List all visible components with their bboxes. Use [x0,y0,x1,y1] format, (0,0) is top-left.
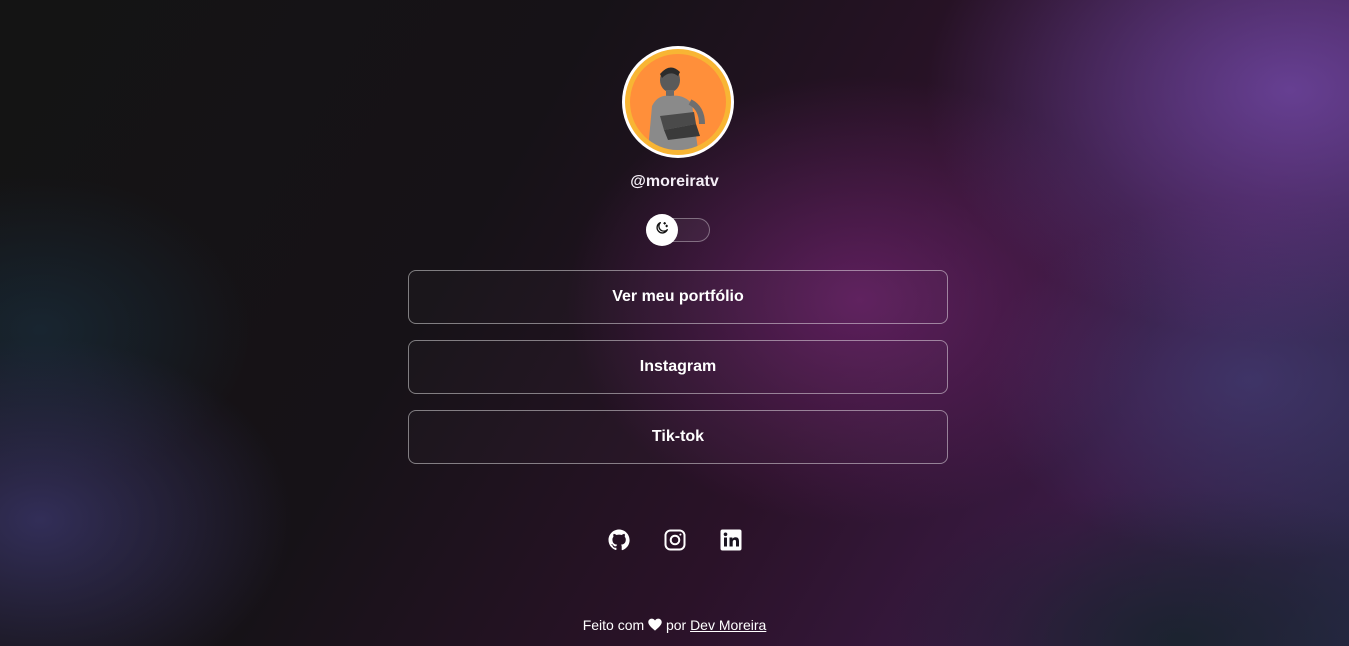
author-link[interactable]: Dev Moreira [690,617,766,633]
avatar-photo [630,54,726,150]
theme-toggle-knob[interactable] [646,214,678,246]
avatar [622,46,734,158]
theme-toggle[interactable] [646,214,710,246]
tiktok-link-button[interactable]: Tik-tok [408,410,948,464]
heart-icon [648,618,662,634]
moon-icon [654,220,670,241]
social-icons [0,528,1349,552]
instagram-icon[interactable] [663,528,687,552]
github-icon[interactable] [607,528,631,552]
links-list: Ver meu portfólio Instagram Tik-tok [408,270,948,480]
footer-prefix: Feito com [582,617,645,633]
page: @moreiratv Ver meu portfólio Instagram T… [0,0,1349,646]
instagram-link-button[interactable]: Instagram [408,340,948,394]
profile-username: @moreiratv [630,173,719,190]
linkedin-icon[interactable] [719,528,743,552]
footer-middle: por [665,617,687,633]
footer: Feito com por Dev Moreira [0,617,1349,634]
portfolio-link-button[interactable]: Ver meu portfólio [408,270,948,324]
